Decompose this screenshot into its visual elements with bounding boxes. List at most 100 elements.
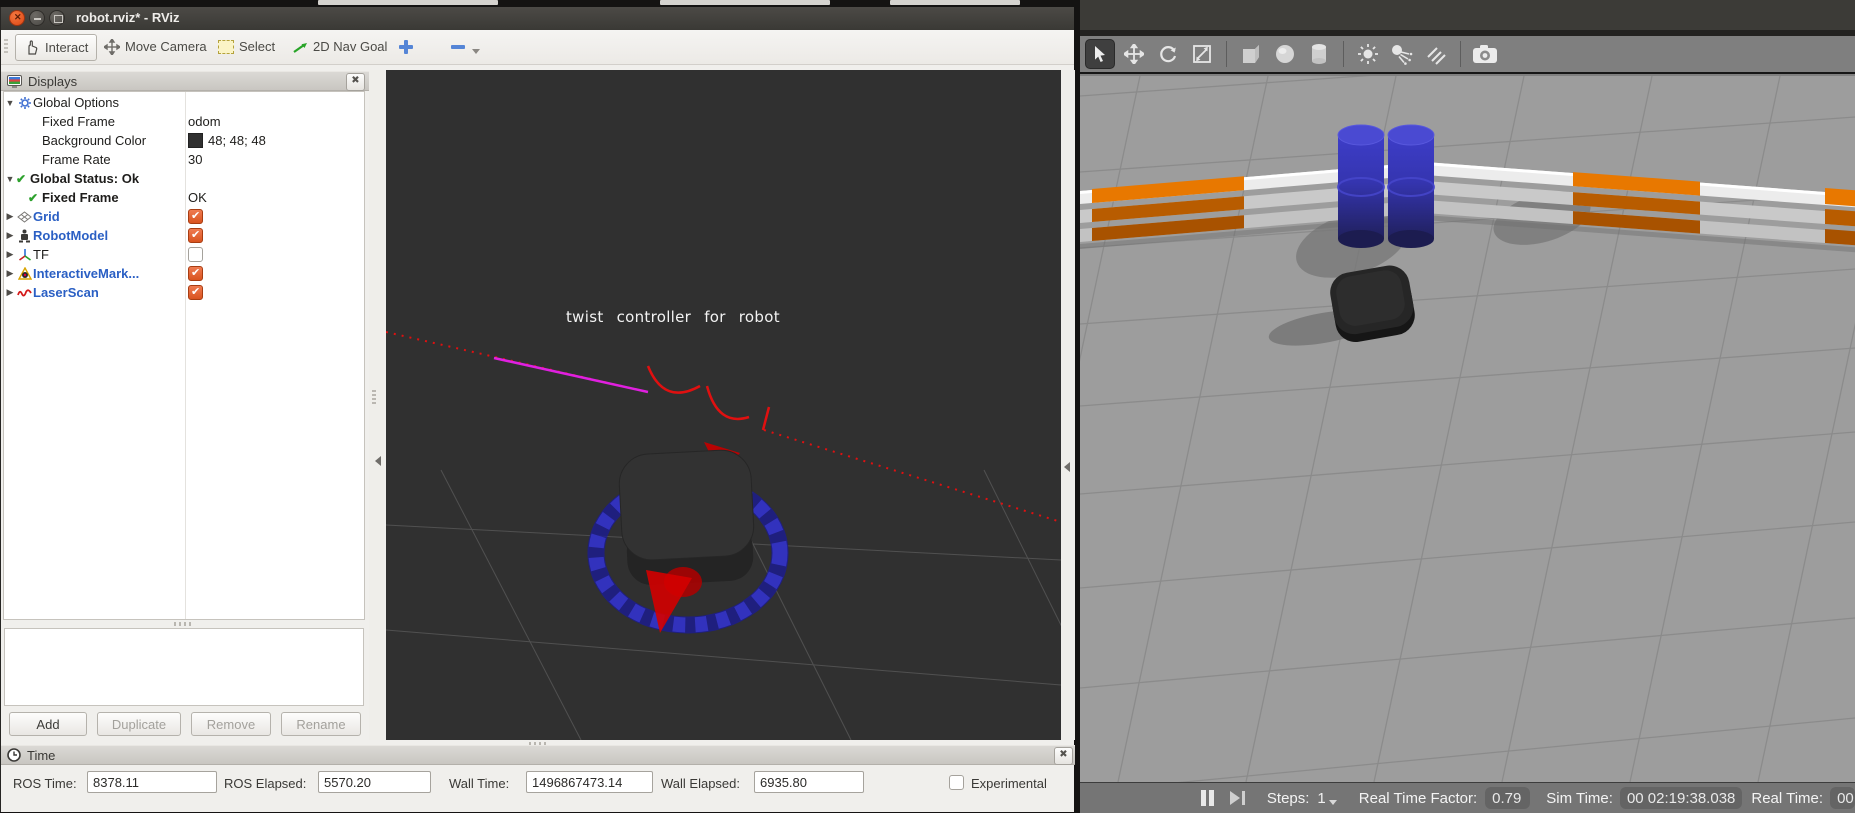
wall-elapsed-input[interactable] — [754, 771, 864, 793]
step-icon — [1230, 791, 1240, 805]
translate-mode-button[interactable] — [1119, 39, 1149, 69]
display-row-grid[interactable]: Grid — [4, 207, 364, 226]
select-mode-button[interactable] — [1085, 39, 1115, 69]
display-row-tf[interactable]: TF — [4, 245, 364, 264]
expander-icon[interactable] — [4, 98, 16, 108]
display-row-global-status[interactable]: Global Status: Ok — [4, 169, 364, 188]
spot-light-icon — [1390, 43, 1414, 65]
display-row-robotmodel[interactable]: RobotModel — [4, 226, 364, 245]
fixed-frame-value[interactable]: odom — [188, 114, 221, 129]
ros-elapsed-input[interactable] — [318, 771, 431, 793]
nav-goal-tool[interactable]: 2D Nav Goal — [292, 34, 387, 59]
spot-light-button[interactable] — [1387, 39, 1417, 69]
robotmodel-checkbox[interactable] — [188, 228, 203, 243]
rviz-toolbar: Interact Move Camera Select 2D Nav Goal — [1, 30, 1074, 65]
insert-box-button[interactable] — [1236, 39, 1266, 69]
box-icon — [1239, 43, 1263, 65]
rviz-3d-viewport[interactable]: twist controller for robot — [386, 70, 1061, 740]
nav-goal-arrow-icon — [292, 39, 308, 55]
interact-tool-button[interactable]: Interact — [15, 34, 97, 61]
color-swatch — [188, 133, 203, 148]
sim-time-label: Sim Time: — [1546, 790, 1613, 807]
move-camera-tool[interactable]: Move Camera — [104, 34, 207, 59]
right-splitter[interactable] — [1061, 70, 1075, 740]
ros-time-input[interactable] — [87, 771, 217, 793]
time-panel-title: Time — [27, 748, 55, 763]
display-row-background-color[interactable]: Background Color 48; 48; 48 — [4, 131, 364, 150]
grid-icon — [16, 209, 33, 224]
point-light-button[interactable] — [1353, 39, 1383, 69]
insert-sphere-button[interactable] — [1270, 39, 1300, 69]
displays-close-icon[interactable] — [346, 73, 365, 91]
laserscan-icon — [16, 285, 33, 300]
display-row-laserscan[interactable]: LaserScan — [4, 283, 364, 302]
wall-time-input[interactable] — [526, 771, 653, 793]
collapse-right-icon[interactable] — [1064, 462, 1070, 472]
time-close-icon[interactable] — [1054, 747, 1073, 765]
rename-button[interactable]: Rename — [281, 712, 361, 736]
steps-spinner-icon[interactable] — [1329, 800, 1337, 805]
minus-icon — [451, 45, 465, 49]
robot-icon — [16, 228, 33, 243]
gazebo-3d-viewport[interactable] — [1080, 76, 1855, 782]
toolbar-grip[interactable] — [4, 39, 8, 55]
display-row-status-fixed-frame[interactable]: Fixed Frame OK — [4, 188, 364, 207]
duplicate-button[interactable]: Duplicate — [97, 712, 181, 736]
expander-icon[interactable] — [4, 287, 16, 298]
expander-icon[interactable] — [4, 230, 16, 241]
wall-time-label: Wall Time: — [449, 772, 509, 796]
experimental-checkbox[interactable] — [949, 775, 964, 790]
panel-splitter-grip[interactable] — [174, 622, 192, 626]
remove-button[interactable]: Remove — [191, 712, 271, 736]
select-tool[interactable]: Select — [218, 34, 275, 59]
expander-icon[interactable] — [4, 268, 16, 279]
close-button[interactable] — [9, 10, 25, 26]
rotate-mode-button[interactable] — [1153, 39, 1183, 69]
display-description-box — [4, 628, 364, 706]
time-panel-header[interactable]: Time — [1, 745, 1075, 765]
displays-panel-header[interactable]: Displays — [1, 71, 369, 91]
collapse-left-icon[interactable] — [375, 456, 381, 466]
expander-icon[interactable] — [4, 174, 16, 184]
add-button[interactable]: Add — [9, 712, 87, 736]
display-row-global-options[interactable]: Global Options — [4, 93, 364, 112]
frame-rate-value[interactable]: 30 — [188, 152, 202, 167]
rviz-titlebar[interactable]: robot.rviz* - RViz — [1, 7, 1074, 31]
maximize-button[interactable] — [49, 10, 65, 26]
sun-icon — [1357, 43, 1379, 65]
gazebo-status-bar: Steps: 1 Real Time Factor: 0.79 Sim Time… — [1080, 782, 1855, 813]
remove-tool-button[interactable] — [451, 34, 480, 59]
scale-mode-button[interactable] — [1187, 39, 1217, 69]
scale-icon — [1192, 44, 1212, 64]
wall-elapsed-label: Wall Elapsed: — [661, 772, 740, 796]
screenshot-button[interactable] — [1470, 39, 1500, 69]
background-color-value[interactable]: 48; 48; 48 — [208, 133, 266, 148]
expander-icon[interactable] — [4, 211, 16, 222]
left-splitter[interactable] — [369, 70, 384, 740]
experimental-label: Experimental — [971, 772, 1047, 796]
tf-checkbox[interactable] — [188, 247, 203, 262]
minimize-button[interactable] — [29, 10, 45, 26]
blue-cylinder-1 — [1338, 125, 1384, 248]
display-row-fixed-frame[interactable]: Fixed Frame odom — [4, 112, 364, 131]
splitter-grip[interactable] — [372, 390, 376, 404]
move-icon — [1124, 44, 1144, 64]
pause-icon[interactable] — [1201, 790, 1207, 806]
status-ok-check-icon — [16, 172, 30, 186]
grid-checkbox[interactable] — [188, 209, 203, 224]
display-row-frame-rate[interactable]: Frame Rate 30 — [4, 150, 364, 169]
step-button[interactable] — [1230, 791, 1245, 805]
directional-light-button[interactable] — [1421, 39, 1451, 69]
display-row-interactivemarkers[interactable]: InteractiveMark... — [4, 264, 364, 283]
toolbar-separator — [1460, 41, 1461, 67]
status-ok-check-icon — [28, 191, 42, 205]
directional-light-icon — [1425, 43, 1447, 65]
add-tool-button[interactable] — [399, 34, 413, 59]
interactivemarkers-checkbox[interactable] — [188, 266, 203, 281]
expander-icon[interactable] — [4, 249, 16, 260]
laserscan-checkbox[interactable] — [188, 285, 203, 300]
gazebo-scene — [1080, 76, 1855, 782]
insert-cylinder-button[interactable] — [1304, 39, 1334, 69]
steps-value[interactable]: 1 — [1317, 790, 1325, 807]
plus-icon — [399, 40, 413, 54]
